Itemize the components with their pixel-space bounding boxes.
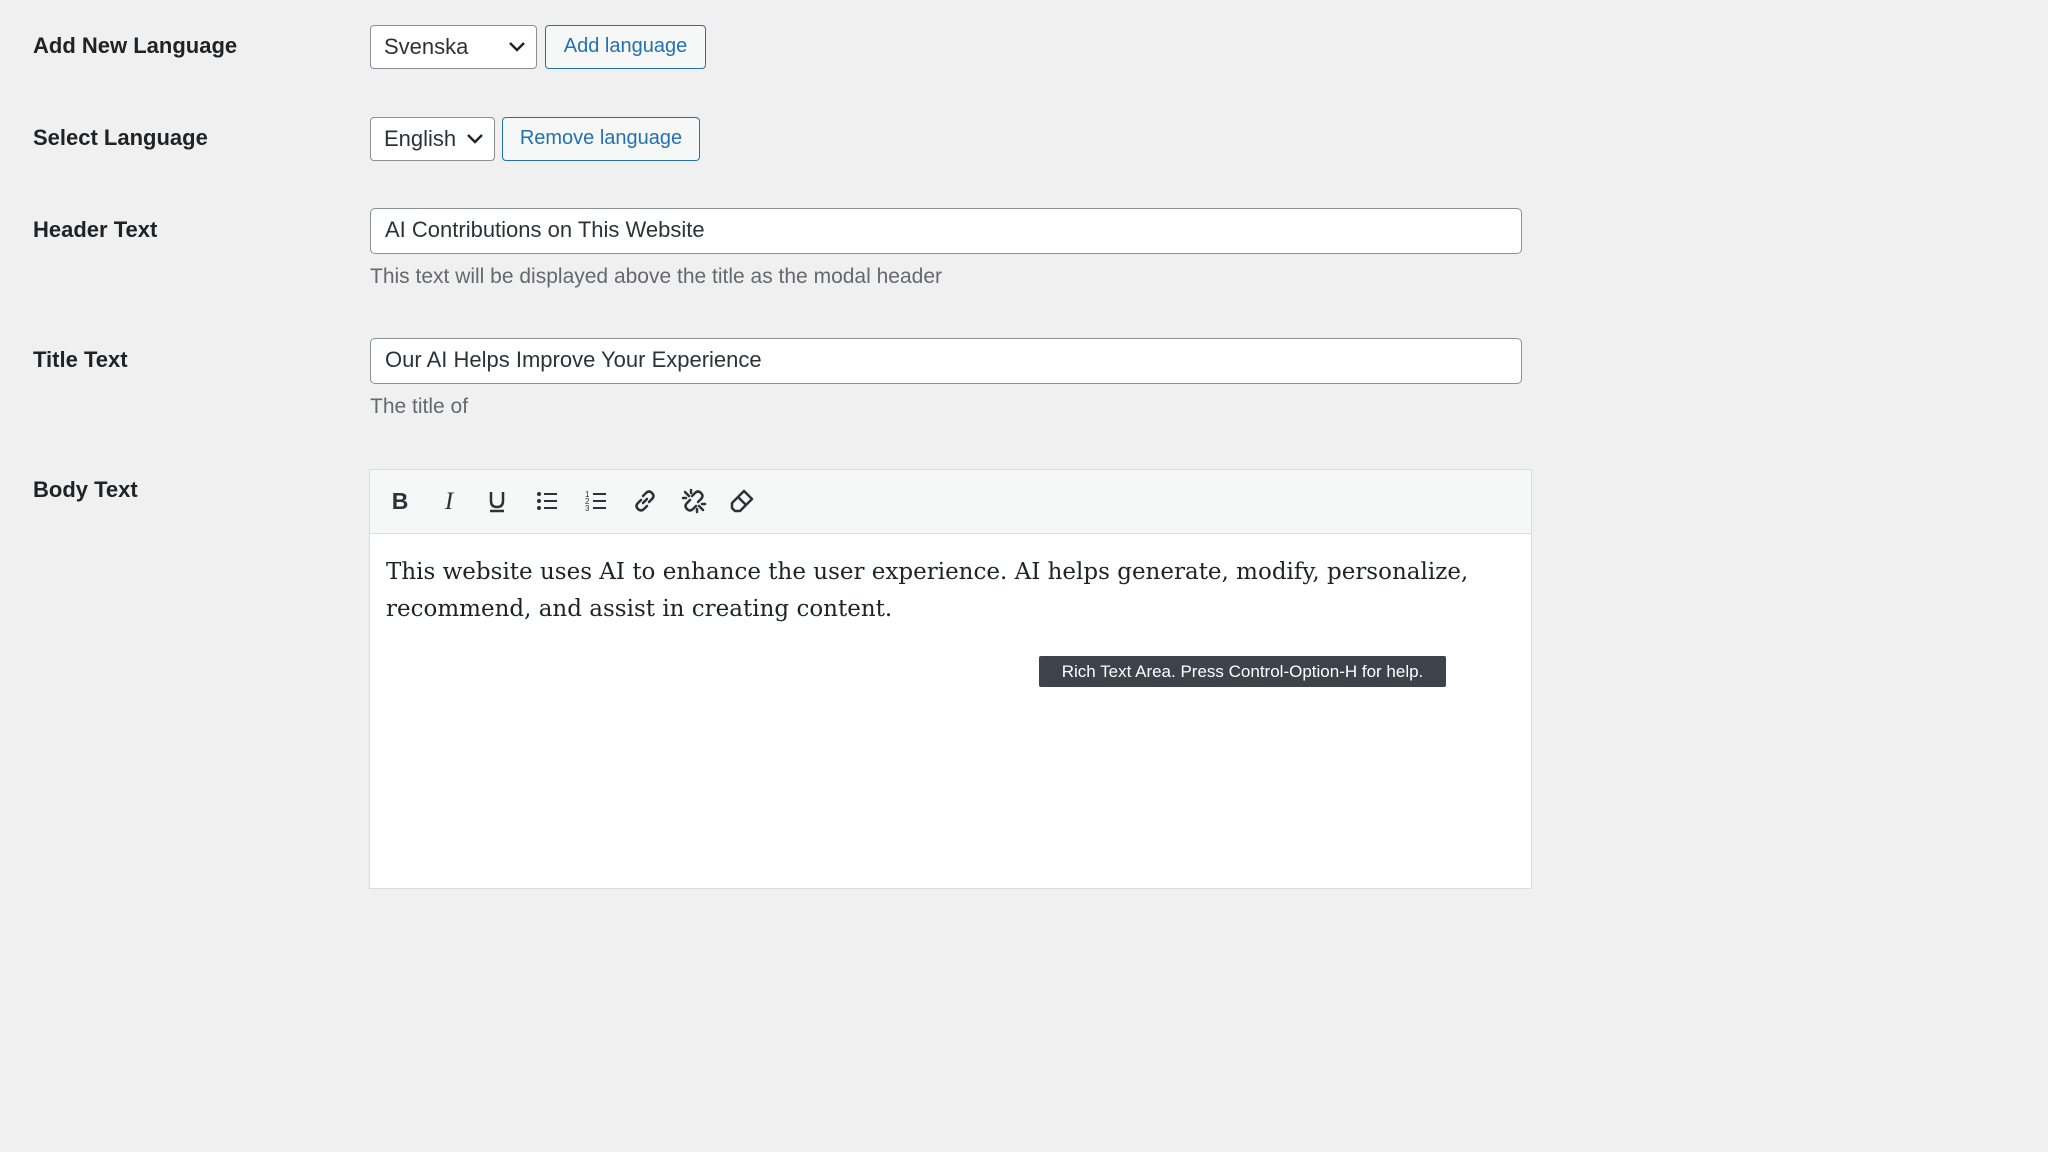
title-text-description: The title of (370, 395, 469, 418)
add-language-label: Add New Language (33, 33, 238, 58)
title-text-input[interactable]: Our AI Helps Improve Your Experience (370, 338, 1522, 384)
add-language-select[interactable]: Svenska (370, 25, 537, 69)
editor-content[interactable]: This website uses AI to enhance the user… (386, 554, 1506, 628)
select-language-select[interactable]: English (370, 117, 495, 161)
bold-icon[interactable]: B (385, 486, 415, 516)
editor-help-tooltip: Rich Text Area. Press Control-Option-H f… (1039, 656, 1446, 687)
bullet-list-icon[interactable] (532, 486, 562, 516)
chevron-down-icon (467, 134, 483, 144)
add-language-select-value: Svenska (384, 34, 469, 59)
header-text-label: Header Text (33, 217, 158, 242)
header-text-description: This text will be displayed above the ti… (370, 265, 942, 288)
unlink-icon[interactable] (679, 486, 709, 516)
chevron-down-icon (509, 42, 525, 52)
add-language-button[interactable]: Add language (545, 25, 706, 69)
svg-text:B: B (392, 488, 409, 514)
eraser-icon[interactable] (727, 486, 757, 516)
title-text-label: Title Text (33, 347, 128, 372)
numbered-list-icon[interactable]: 123 (581, 486, 611, 516)
italic-icon[interactable]: I (434, 486, 464, 516)
svg-text:3: 3 (585, 504, 590, 513)
remove-language-button[interactable]: Remove language (502, 117, 700, 161)
svg-text:I: I (444, 488, 455, 515)
link-icon[interactable] (630, 486, 660, 516)
header-text-input[interactable]: AI Contributions on This Website (370, 208, 1522, 254)
underline-icon[interactable] (482, 486, 512, 516)
select-language-select-value: English (384, 126, 457, 151)
body-text-label: Body Text (33, 477, 138, 502)
select-language-label: Select Language (33, 125, 208, 150)
editor-toolbar: B I 123 (370, 470, 1531, 534)
